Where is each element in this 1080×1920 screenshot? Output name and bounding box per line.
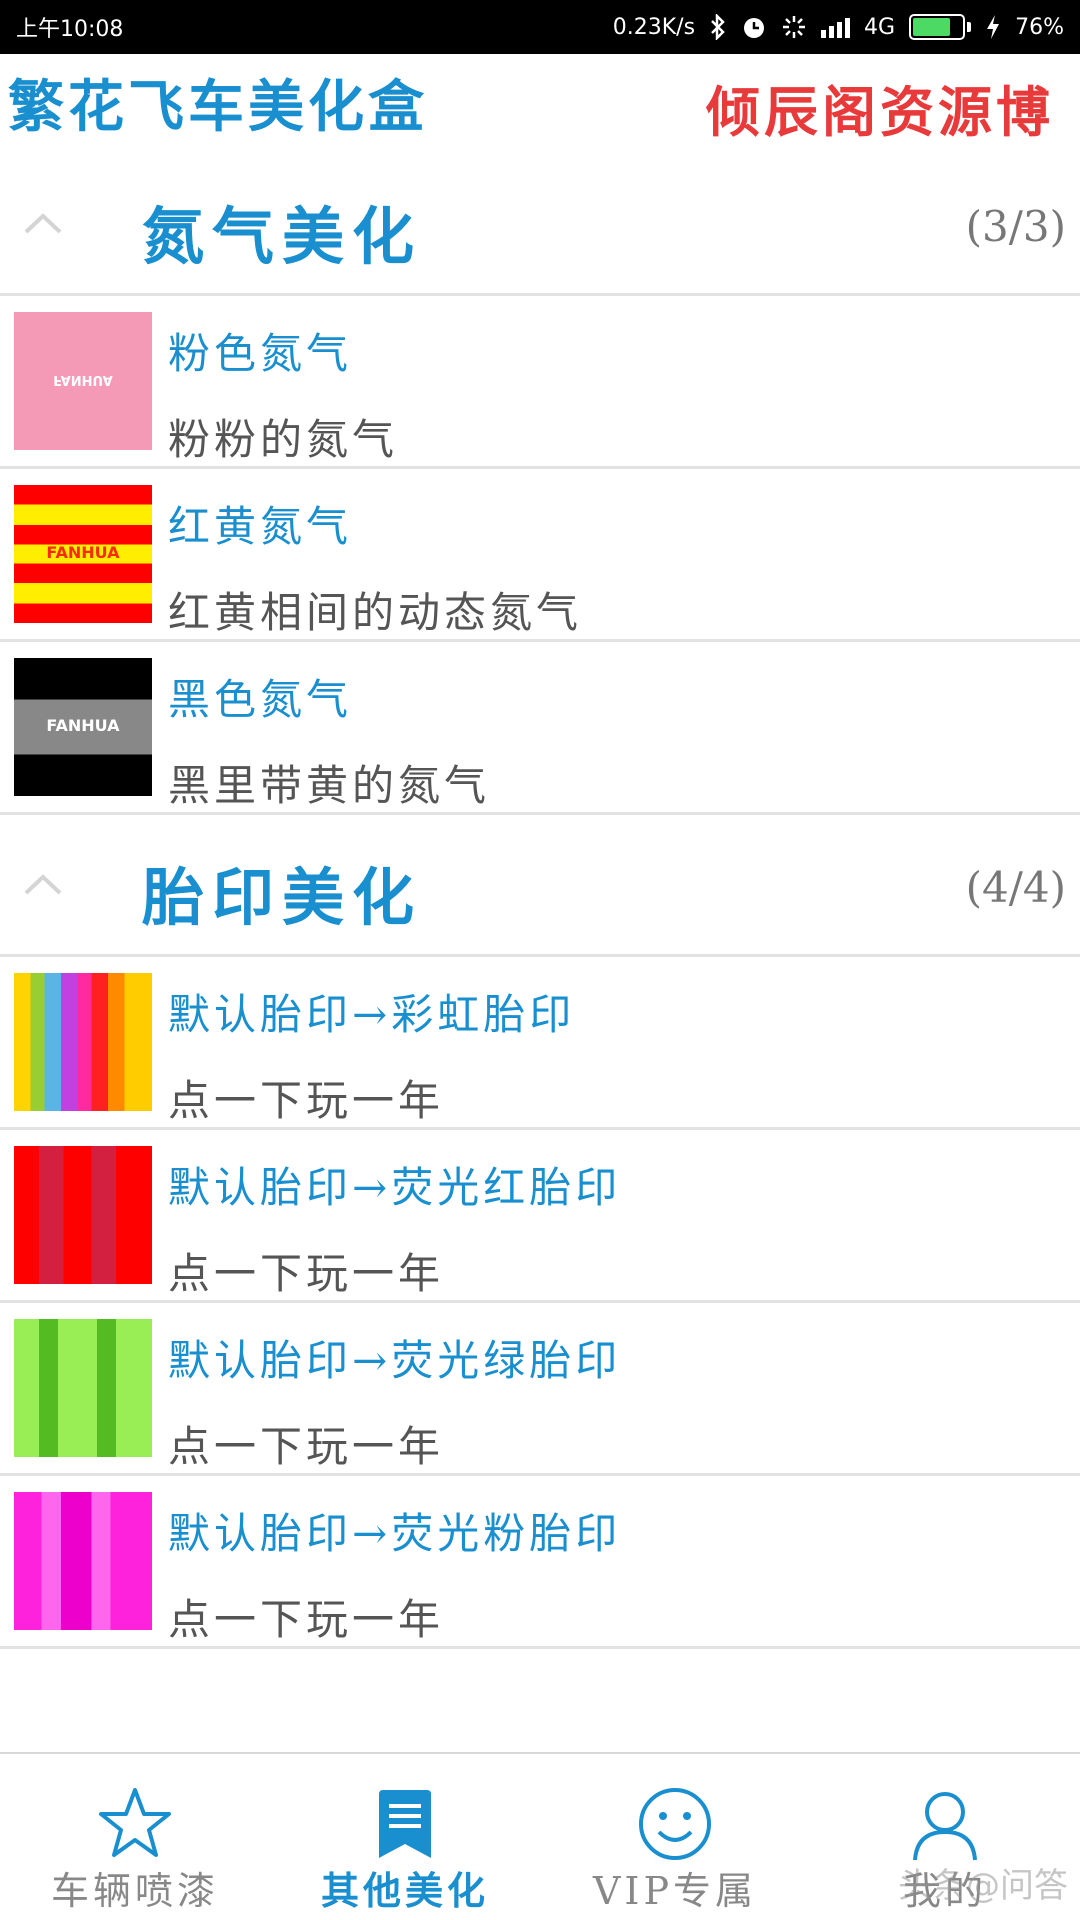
list-item[interactable]: FANHUA 红黄氮气 红黄相间的动态氮气 — [0, 469, 1080, 642]
app-header: 繁花飞车美化盒 倾辰阁资源博 — [0, 54, 1080, 154]
item-title: 默认胎印→荧光粉胎印 — [168, 1509, 622, 1558]
item-title: 默认胎印→荧光绿胎印 — [168, 1336, 622, 1385]
item-thumbnail — [14, 973, 152, 1111]
battery-icon — [909, 14, 972, 40]
item-thumbnail — [14, 1146, 152, 1284]
group-count: (4/4) — [965, 863, 1066, 912]
bookmark-icon — [379, 1790, 431, 1858]
item-title: 红黄氮气 — [168, 502, 353, 551]
item-description: 点一下玩一年 — [168, 1595, 445, 1644]
list-item[interactable]: 默认胎印→荧光粉胎印 点一下玩一年 — [0, 1476, 1080, 1649]
item-thumbnail — [14, 1319, 152, 1457]
app-title: 繁花飞车美化盒 — [8, 74, 428, 140]
nav-tab-car-paint[interactable]: 车辆喷漆 — [0, 1754, 270, 1920]
battery-percent: 76% — [1015, 14, 1064, 40]
nav-tab-vip[interactable]: VIP专属 — [540, 1754, 810, 1920]
thumb-label: FANHUA — [46, 543, 120, 562]
list-item[interactable]: 默认胎印→彩虹胎印 点一下玩一年 — [0, 957, 1080, 1130]
item-title: 默认胎印→彩虹胎印 — [168, 990, 576, 1039]
charging-icon — [985, 14, 1001, 40]
nav-tab-other[interactable]: 其他美化 — [270, 1754, 540, 1920]
signal-icon — [821, 16, 851, 38]
loading-icon — [781, 14, 807, 40]
nav-label: 车辆喷漆 — [50, 1869, 219, 1913]
group-count: (3/3) — [965, 202, 1066, 251]
list-item[interactable]: 默认胎印→荧光红胎印 点一下玩一年 — [0, 1130, 1080, 1303]
group-title: 胎印美化 — [142, 861, 423, 934]
thumb-label: FANHUA — [46, 716, 120, 735]
item-description: 黑里带黄的氮气 — [168, 761, 491, 810]
chevron-up-icon[interactable] — [20, 869, 66, 899]
item-description: 粉粉的氮气 — [168, 415, 399, 464]
item-description: 红黄相间的动态氮气 — [168, 588, 583, 637]
list-item[interactable]: 默认胎印→荧光绿胎印 点一下玩一年 — [0, 1303, 1080, 1476]
item-description: 点一下玩一年 — [168, 1076, 445, 1125]
item-description: 点一下玩一年 — [168, 1422, 445, 1471]
bottom-nav: 车辆喷漆 其他美化 VIP专属 我的 头条@问答 — [0, 1752, 1080, 1920]
header-banner-text: 倾辰阁资源博 — [706, 80, 1054, 144]
list-item[interactable]: FANHUA 黑色氮气 黑里带黄的氮气 — [0, 642, 1080, 815]
status-time: 上午10:08 — [16, 17, 124, 42]
star-icon — [99, 1788, 171, 1857]
group-header-tire-print[interactable]: 胎印美化 (4/4) — [0, 815, 1080, 957]
group-header-nitro[interactable]: 氮气美化 (3/3) — [0, 154, 1080, 296]
status-icons: 0.23K/s 4G 76% — [613, 14, 1064, 40]
user-icon — [913, 1792, 977, 1861]
group-title: 氮气美化 — [142, 200, 423, 273]
item-title: 黑色氮气 — [168, 675, 353, 724]
item-title: 默认胎印→荧光红胎印 — [168, 1163, 622, 1212]
net-speed: 0.23K/s — [612, 14, 696, 40]
nav-label: 其他美化 — [320, 1868, 489, 1913]
thumb-label: FANHUA — [53, 372, 113, 387]
item-description: 点一下玩一年 — [168, 1249, 445, 1298]
watermark: 头条@问答 — [898, 1866, 1068, 1906]
item-thumbnail: FANHUA — [14, 658, 152, 796]
list-item[interactable]: FANHUA 粉色氮气 粉粉的氮气 — [0, 296, 1080, 469]
nav-label: VIP专属 — [592, 1869, 758, 1913]
bluetooth-icon — [709, 14, 727, 40]
nav-tab-mine[interactable]: 我的 头条@问答 — [810, 1754, 1080, 1920]
item-thumbnail: FANHUA — [14, 312, 152, 450]
status-bar: 上午10:08 0.23K/s 4G 76% — [0, 0, 1080, 54]
smiley-icon — [639, 1788, 711, 1860]
alarm-icon — [741, 14, 767, 40]
network-type: 4G — [864, 14, 896, 40]
item-title: 粉色氮气 — [168, 329, 353, 378]
item-thumbnail: FANHUA — [14, 485, 152, 623]
category-list: 氮气美化 (3/3) FANHUA 粉色氮气 粉粉的氮气 FANHUA 红黄氮气… — [0, 154, 1080, 1649]
chevron-up-icon[interactable] — [20, 208, 66, 238]
item-thumbnail — [14, 1492, 152, 1630]
